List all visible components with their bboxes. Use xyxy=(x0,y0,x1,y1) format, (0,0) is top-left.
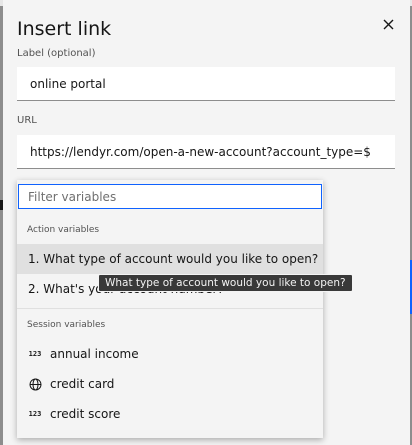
number-icon: 123 xyxy=(28,410,42,418)
label-field-label: Label (optional) xyxy=(17,48,96,59)
session-variable-item[interactable]: credit card xyxy=(17,369,323,399)
modal-title: Insert link xyxy=(17,18,112,40)
number-icon: 123 xyxy=(28,350,42,358)
session-variable-label: annual income xyxy=(50,347,139,361)
session-variable-item[interactable]: 123 annual income xyxy=(17,339,323,369)
session-variables-heading: Session variables xyxy=(27,320,106,330)
action-variable-label: 1. What type of account would you like t… xyxy=(28,252,319,266)
action-variables-heading: Action variables xyxy=(27,225,100,235)
session-variable-label: credit score xyxy=(50,407,121,421)
session-variable-label: credit card xyxy=(50,377,115,391)
action-variable-item[interactable]: 1. What type of account would you like t… xyxy=(17,244,323,274)
session-variable-item[interactable]: 123 credit score xyxy=(17,399,323,429)
globe-icon xyxy=(28,377,42,391)
variable-tooltip: What type of account would you like to o… xyxy=(98,274,353,292)
url-field-label: URL xyxy=(17,115,37,126)
variables-dropdown: Action variables 1. What type of account… xyxy=(17,180,323,438)
filter-variables-input[interactable] xyxy=(18,184,322,209)
url-input[interactable]: https://lendyr.com/open-a-new-account?ac… xyxy=(17,135,395,169)
section-divider xyxy=(17,308,323,309)
close-button[interactable] xyxy=(377,13,399,35)
label-input[interactable]: online portal xyxy=(17,67,395,101)
close-icon xyxy=(383,19,393,29)
